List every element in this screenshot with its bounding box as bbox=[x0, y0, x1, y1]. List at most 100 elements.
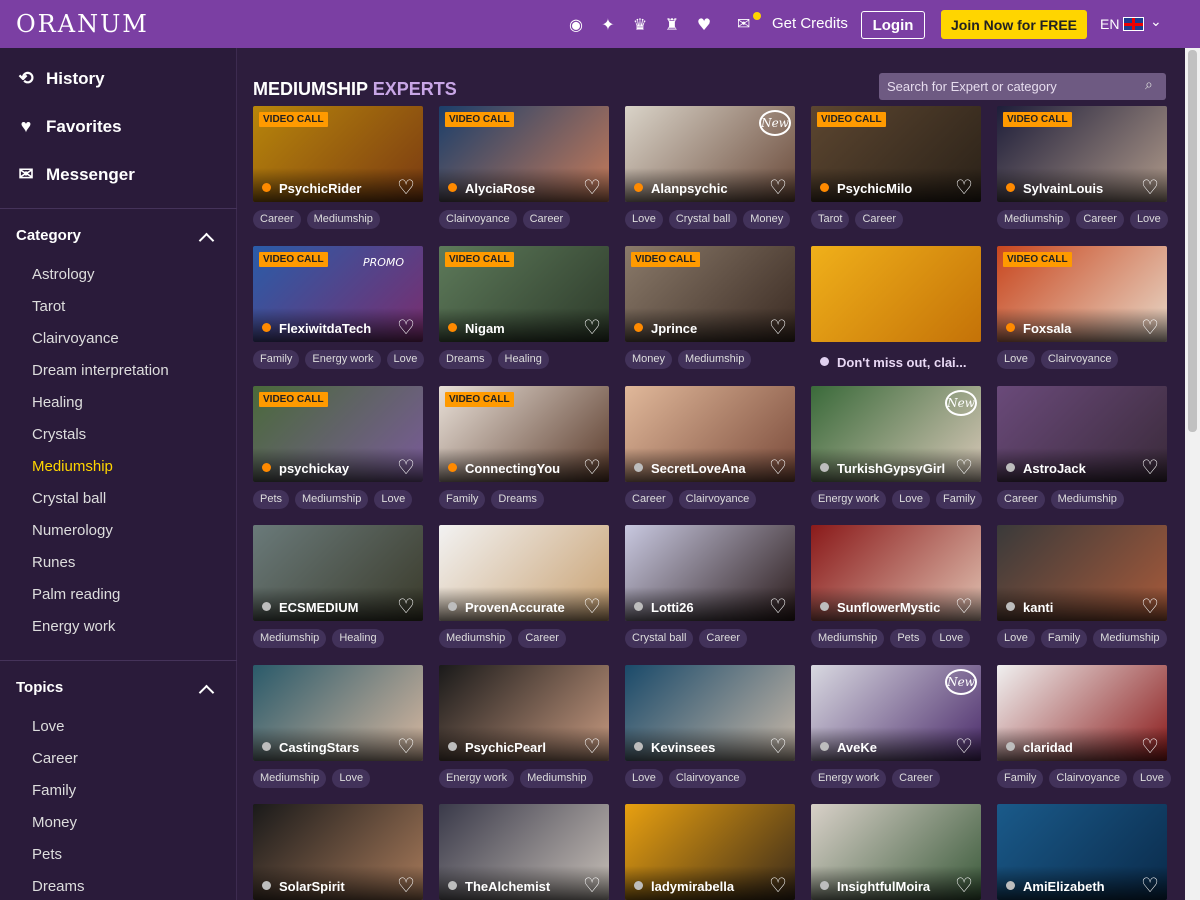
tag-chip[interactable]: Love bbox=[892, 490, 930, 509]
expert-card[interactable]: ECSMEDIUM ♡ bbox=[253, 525, 423, 621]
tag-chip[interactable]: Love bbox=[625, 210, 663, 229]
expert-name[interactable]: SolarSpirit bbox=[279, 879, 345, 894]
tag-chip[interactable]: Clairvoyance bbox=[1040, 350, 1119, 369]
favorite-heart-icon[interactable]: ♡ bbox=[767, 456, 789, 478]
login-button[interactable]: Login bbox=[861, 11, 925, 39]
expert-card[interactable]: VIDEO CALL Nigam ♡ bbox=[439, 246, 609, 342]
favorite-heart-icon[interactable]: ♡ bbox=[581, 735, 603, 757]
expert-name[interactable]: Alanpsychic bbox=[651, 181, 728, 196]
favorite-heart-icon[interactable]: ♡ bbox=[953, 176, 975, 198]
tag-chip[interactable]: Energy work bbox=[811, 490, 887, 509]
category-item-mediumship[interactable]: Mediumship bbox=[32, 458, 113, 475]
tag-chip[interactable]: Career bbox=[625, 490, 673, 509]
expert-name[interactable]: ProvenAccurate bbox=[465, 600, 565, 615]
expert-name[interactable]: PsychicMilo bbox=[837, 181, 912, 196]
expert-name[interactable]: ladymirabella bbox=[651, 879, 734, 894]
expert-name[interactable]: Nigam bbox=[465, 321, 505, 336]
tag-chip[interactable]: Love bbox=[997, 629, 1035, 648]
tag-chip[interactable]: Crystal ball bbox=[668, 210, 738, 229]
chevron-down-icon[interactable]: ⌄ bbox=[1150, 14, 1162, 30]
favorite-heart-icon[interactable]: ♡ bbox=[1139, 316, 1161, 338]
favorite-heart-icon[interactable]: ♡ bbox=[581, 456, 603, 478]
tag-chip[interactable]: Love bbox=[625, 769, 663, 788]
sidebar-item-history[interactable]: ⟲ History bbox=[16, 68, 104, 89]
favorite-heart-icon[interactable]: ♡ bbox=[953, 735, 975, 757]
tag-chip[interactable]: Dreams bbox=[491, 490, 544, 509]
topic-item-love[interactable]: Love bbox=[32, 718, 65, 735]
expert-card[interactable]: VIDEO CALL PROMO FlexiwitdaTech ♡ bbox=[253, 246, 423, 342]
topics-heading[interactable]: Topics bbox=[16, 679, 63, 696]
promo-card[interactable] bbox=[811, 246, 981, 342]
favorite-heart-icon[interactable]: ♡ bbox=[1139, 176, 1161, 198]
tag-chip[interactable]: Clairvoyance bbox=[668, 769, 747, 788]
expert-name[interactable]: SunflowerMystic bbox=[837, 600, 940, 615]
search-input[interactable] bbox=[887, 77, 1137, 96]
tag-chip[interactable]: Crystal ball bbox=[625, 629, 694, 648]
expert-card[interactable]: New Alanpsychic ♡ bbox=[625, 106, 795, 202]
tag-chip[interactable]: Mediumship bbox=[997, 210, 1071, 229]
category-item-dream-interpretation[interactable]: Dream interpretation bbox=[32, 362, 169, 379]
expert-card[interactable]: VIDEO CALL PsychicMilo ♡ bbox=[811, 106, 981, 202]
promo-card-text[interactable]: Don't miss out, clai... bbox=[837, 355, 967, 370]
favorite-heart-icon[interactable]: ♡ bbox=[581, 316, 603, 338]
favorite-heart-icon[interactable]: ♡ bbox=[395, 176, 417, 198]
expert-name[interactable]: SylvainLouis bbox=[1023, 181, 1103, 196]
expert-card[interactable]: VIDEO CALL ConnectingYou ♡ bbox=[439, 386, 609, 482]
expert-card[interactable]: ladymirabella ♡ bbox=[625, 804, 795, 900]
expert-name[interactable]: claridad bbox=[1023, 740, 1073, 755]
tag-chip[interactable]: Mediumship bbox=[1050, 490, 1124, 509]
expert-card[interactable]: VIDEO CALL Jprince ♡ bbox=[625, 246, 795, 342]
tag-chip[interactable]: Energy work bbox=[439, 769, 515, 788]
expert-card[interactable]: InsightfulMoira ♡ bbox=[811, 804, 981, 900]
tag-chip[interactable]: Career bbox=[699, 629, 748, 648]
tag-chip[interactable]: Love bbox=[997, 350, 1035, 369]
topic-item-money[interactable]: Money bbox=[32, 814, 77, 831]
tag-chip[interactable]: Love bbox=[374, 490, 413, 509]
tag-chip[interactable]: Pets bbox=[253, 490, 290, 509]
sidebar-item-messenger[interactable]: ✉ Messenger bbox=[16, 164, 134, 185]
tag-chip[interactable]: Mediumship bbox=[439, 629, 513, 648]
expert-name[interactable]: TheAlchemist bbox=[465, 879, 550, 894]
expert-card[interactable]: New AveKe ♡ bbox=[811, 665, 981, 761]
category-item-palm-reading[interactable]: Palm reading bbox=[32, 586, 120, 603]
tag-chip[interactable]: Love bbox=[332, 769, 371, 788]
tag-chip[interactable]: Energy work bbox=[305, 350, 381, 369]
webcam-icon[interactable]: ◉ bbox=[566, 14, 586, 34]
category-heading[interactable]: Category bbox=[16, 227, 81, 244]
expert-card[interactable]: AstroJack ♡ bbox=[997, 386, 1167, 482]
expert-card[interactable]: VIDEO CALL SylvainLouis ♡ bbox=[997, 106, 1167, 202]
favorite-heart-icon[interactable]: ♡ bbox=[581, 595, 603, 617]
tag-chip[interactable]: Mediumship bbox=[678, 350, 752, 369]
tag-chip[interactable]: Mediumship bbox=[295, 490, 369, 509]
tag-chip[interactable]: Love bbox=[1129, 210, 1168, 229]
expert-card[interactable]: New TurkishGypsyGirl ♡ bbox=[811, 386, 981, 482]
category-item-energy-work[interactable]: Energy work bbox=[32, 618, 115, 635]
category-item-runes[interactable]: Runes bbox=[32, 554, 75, 571]
oranum-logo[interactable]: ORANUM bbox=[16, 10, 149, 38]
category-item-numerology[interactable]: Numerology bbox=[32, 522, 113, 539]
expert-card[interactable]: kanti ♡ bbox=[997, 525, 1167, 621]
expert-name[interactable]: FlexiwitdaTech bbox=[279, 321, 371, 336]
scrollbar-thumb[interactable] bbox=[1188, 50, 1197, 432]
expert-name[interactable]: ECSMEDIUM bbox=[279, 600, 358, 615]
favorite-heart-icon[interactable]: ♡ bbox=[953, 874, 975, 896]
tag-chip[interactable]: Career bbox=[855, 210, 904, 229]
tag-chip[interactable]: Career bbox=[1076, 210, 1124, 229]
category-item-crystal-ball[interactable]: Crystal ball bbox=[32, 490, 106, 507]
tag-chip[interactable]: Family bbox=[936, 490, 983, 509]
expert-name[interactable]: Lotti26 bbox=[651, 600, 694, 615]
expert-card[interactable]: TheAlchemist ♡ bbox=[439, 804, 609, 900]
favorite-heart-icon[interactable]: ♡ bbox=[767, 316, 789, 338]
tag-chip[interactable]: Family bbox=[1040, 629, 1088, 648]
expert-card[interactable]: SunflowerMystic ♡ bbox=[811, 525, 981, 621]
tag-chip[interactable]: Money bbox=[743, 210, 791, 229]
expert-card[interactable]: ProvenAccurate ♡ bbox=[439, 525, 609, 621]
tag-chip[interactable]: Money bbox=[625, 350, 673, 369]
category-item-tarot[interactable]: Tarot bbox=[32, 298, 65, 315]
trophy-icon[interactable]: ♜ bbox=[662, 14, 682, 34]
tag-chip[interactable]: Tarot bbox=[811, 210, 850, 229]
search-icon[interactable]: ⌕ bbox=[1145, 77, 1153, 93]
tag-chip[interactable]: Family bbox=[253, 350, 300, 369]
uk-flag-icon[interactable] bbox=[1123, 17, 1144, 31]
expert-card[interactable]: SolarSpirit ♡ bbox=[253, 804, 423, 900]
